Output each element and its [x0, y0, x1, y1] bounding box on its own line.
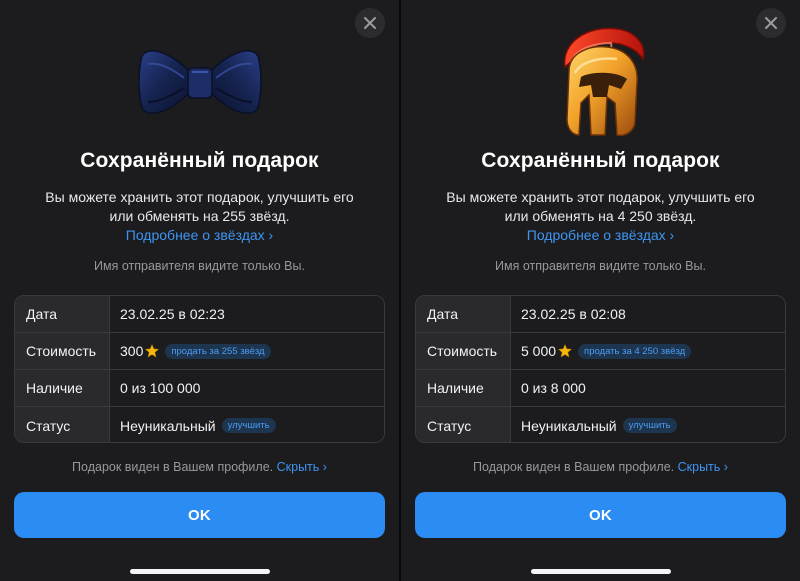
row-value: 5 000 продать за 4 250 звёзд [511, 333, 785, 369]
close-icon [364, 17, 376, 29]
home-indicator [530, 569, 671, 574]
profile-visibility-note: Подарок виден в Вашем профиле. Скрыть › [401, 460, 800, 474]
row-label: Дата [416, 296, 511, 332]
description-line: Вы можете хранить этот подарок, улучшить… [446, 189, 755, 205]
ok-button[interactable]: OK [415, 492, 786, 538]
status-value: Неуникальный [521, 417, 617, 434]
gift-info-table: Дата 23.02.25 в 02:08 Стоимость 5 000 пр… [415, 295, 786, 443]
bow-tie-icon [135, 22, 265, 142]
row-value: 0 из 8 000 [511, 370, 785, 406]
close-button[interactable] [355, 8, 385, 38]
profile-visibility-note: Подарок виден в Вашем профиле. Скрыть › [0, 460, 399, 474]
hide-link[interactable]: Скрыть › [678, 460, 728, 474]
profile-note-text: Подарок виден в Вашем профиле. [473, 460, 675, 474]
table-row: Наличие 0 из 8 000 [416, 370, 785, 407]
close-button[interactable] [756, 8, 786, 38]
status-value: Неуникальный [120, 417, 216, 434]
sheet-title: Сохранённый подарок [481, 149, 720, 172]
hide-link-label: Скрыть [677, 460, 721, 474]
star-icon [558, 344, 572, 358]
hide-link[interactable]: Скрыть › [277, 460, 327, 474]
description-line: или обменять на 255 звёзд. [109, 208, 290, 224]
row-label: Стоимость [15, 333, 110, 369]
row-value: Неуникальный улучшить [110, 407, 384, 442]
row-value: Неуникальный улучшить [511, 407, 785, 442]
row-value: 300 продать за 255 звёзд [110, 333, 384, 369]
sender-note: Имя отправителя видите только Вы. [495, 259, 706, 273]
row-value: 23.02.25 в 02:23 [110, 296, 384, 332]
sell-button[interactable]: продать за 4 250 звёзд [578, 343, 692, 359]
gift-info-table: Дата 23.02.25 в 02:23 Стоимость 300 прод… [14, 295, 385, 443]
hide-link-label: Скрыть [276, 460, 320, 474]
description-line: или обменять на 4 250 звёзд. [504, 208, 697, 224]
row-label: Статус [416, 407, 511, 442]
description-line: Вы можете хранить этот подарок, улучшить… [45, 189, 354, 205]
table-row: Дата 23.02.25 в 02:08 [416, 296, 785, 333]
sheet-description: Вы можете хранить этот подарок, улучшить… [20, 188, 379, 226]
row-label: Стоимость [416, 333, 511, 369]
row-value: 0 из 100 000 [110, 370, 384, 406]
table-row: Статус Неуникальный улучшить [15, 407, 384, 442]
chevron-right-icon: › [723, 460, 728, 474]
row-label: Наличие [15, 370, 110, 406]
stars-info-link[interactable]: Подробнее о звёздах › [0, 227, 399, 243]
row-label: Дата [15, 296, 110, 332]
upgrade-button[interactable]: улучшить [622, 418, 677, 433]
chevron-right-icon: › [268, 227, 274, 243]
price-value: 5 000 [521, 343, 557, 359]
sheet-description: Вы можете хранить этот подарок, улучшить… [421, 188, 780, 226]
price-value: 300 [120, 343, 144, 359]
row-label: Наличие [416, 370, 511, 406]
sheet-title: Сохранённый подарок [80, 149, 319, 172]
ok-button[interactable]: OK [14, 492, 385, 538]
profile-note-text: Подарок виден в Вашем профиле. [72, 460, 274, 474]
table-row: Дата 23.02.25 в 02:23 [15, 296, 384, 333]
row-value: 23.02.25 в 02:08 [511, 296, 785, 332]
gift-sheet-right: Сохранённый подарок Вы можете хранить эт… [401, 0, 800, 581]
chevron-right-icon: › [669, 227, 675, 243]
spartan-helmet-icon [536, 22, 666, 142]
sell-button[interactable]: продать за 255 звёзд [165, 343, 271, 359]
table-row: Стоимость 300 продать за 255 звёзд [15, 333, 384, 370]
sender-note: Имя отправителя видите только Вы. [94, 259, 305, 273]
stars-info-link[interactable]: Подробнее о звёздах › [401, 227, 800, 243]
home-indicator [129, 569, 270, 574]
upgrade-button[interactable]: улучшить [221, 418, 276, 433]
star-icon [145, 344, 160, 358]
table-row: Статус Неуникальный улучшить [416, 407, 785, 442]
close-icon [765, 17, 777, 29]
table-row: Наличие 0 из 100 000 [15, 370, 384, 407]
table-row: Стоимость 5 000 продать за 4 250 звёзд [416, 333, 785, 370]
stars-info-link-label: Подробнее о звёздах [526, 227, 666, 243]
chevron-right-icon: › [322, 460, 327, 474]
stars-info-link-label: Подробнее о звёздах [125, 227, 265, 243]
gift-sheet-left: Сохранённый подарок Вы можете хранить эт… [0, 0, 399, 581]
row-label: Статус [15, 407, 110, 442]
